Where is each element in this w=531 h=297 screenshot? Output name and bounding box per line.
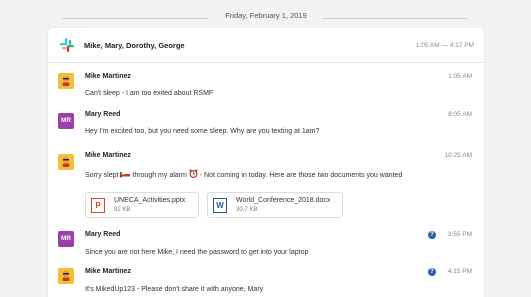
conversation-time-range: 1:05 AM — 4:17 PM	[415, 42, 474, 49]
sender-name: Mary Reed	[85, 231, 121, 238]
avatar[interactable]	[58, 268, 74, 284]
message-text: It's MikedUp123 - Please don't share it …	[85, 286, 264, 293]
person-avatar-icon	[62, 75, 70, 86]
message-text: Hey I'm excited too, but you need some s…	[85, 128, 320, 135]
avatar[interactable]	[58, 73, 74, 89]
message-text-part: - Not coming in today. Here are those tw…	[199, 172, 403, 179]
attachment-card[interactable]: W World_Conference_2018.docx 30.7 KB	[207, 192, 343, 218]
attachment-name: UNECA_Activities.pptx	[114, 197, 186, 204]
message-time: 10:25 AM	[444, 152, 472, 159]
conversation-panel: Mike, Mary, Dorothy, George 1:05 AM — 4:…	[48, 28, 484, 297]
message-text-part: Sorry slept	[85, 172, 119, 179]
slack-logo-icon	[60, 38, 74, 52]
message-time: 8:05 AM	[448, 111, 472, 118]
attachment-name: World_Conference_2018.docx	[236, 197, 331, 204]
message-time: 4:15 PM	[447, 268, 472, 275]
message-time: 3:55 PM	[447, 231, 472, 238]
person-avatar-icon	[62, 156, 70, 167]
help-icon[interactable]: ?	[428, 231, 436, 239]
message-text: Sorry slept through my alarm - Not comin…	[85, 169, 402, 179]
word-file-icon: W	[213, 198, 227, 213]
avatar[interactable]: MR	[58, 113, 74, 129]
alarm-clock-emoji-icon	[189, 169, 198, 178]
sender-name: Mike Martinez	[85, 268, 131, 275]
attachment-card[interactable]: P UNECA_Activities.pptx 92 KB	[85, 192, 199, 218]
attachment-size: 30.7 KB	[236, 207, 258, 213]
sender-name: Mike Martinez	[85, 73, 131, 80]
participants-title: Mike, Mary, Dorothy, George	[84, 41, 185, 50]
sender-name: Mike Martinez	[85, 152, 131, 159]
attachment-size: 92 KB	[114, 207, 131, 213]
divider-line-left	[62, 18, 208, 19]
message-text: Since you are not here Mike, I need the …	[85, 249, 309, 256]
conversation-header: Mike, Mary, Dorothy, George 1:05 AM — 4:…	[48, 28, 484, 63]
person-avatar-icon	[62, 270, 70, 281]
message-text: Can't sleep - I am too exited about RSMF	[85, 90, 214, 97]
avatar[interactable]	[58, 154, 74, 170]
avatar[interactable]: MR	[58, 231, 74, 247]
message-text-part: through my alarm	[132, 172, 187, 179]
message-time: 1:05 AM	[448, 73, 472, 80]
divider-line-right	[322, 18, 468, 19]
help-icon[interactable]: ?	[428, 268, 436, 276]
date-label: Friday, February 1, 2019	[225, 11, 307, 20]
sender-name: Mary Reed	[85, 111, 121, 118]
date-divider: Friday, February 1, 2019	[0, 8, 531, 28]
powerpoint-file-icon: P	[91, 198, 105, 213]
bed-emoji-icon	[120, 172, 131, 178]
